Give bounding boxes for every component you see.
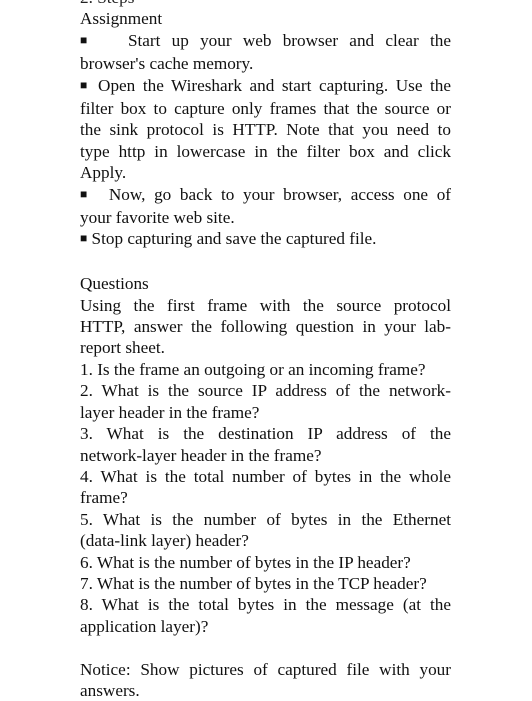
- notice-line-2: answers.: [80, 680, 140, 700]
- questions-intro-line-2: HTTP, answer the following question in y…: [80, 317, 451, 337]
- step-2-line-2: filter box to capture only frames that t…: [80, 99, 451, 119]
- step-3-line-2: your favorite web site.: [80, 208, 235, 228]
- bullet-icon: ■: [80, 77, 91, 92]
- cut-off-heading: 2. Steps: [80, 0, 451, 8]
- step-1-line-1: ■ Start up your web browser and clear th…: [80, 30, 451, 50]
- step-2-line-4: type http in lowercase in the filter box…: [80, 141, 451, 161]
- assignment-heading: Assignment: [80, 9, 163, 29]
- step-4-line-1: ■ Stop capturing and save the captured f…: [80, 229, 377, 249]
- document-page: 2. Steps Assignment ■ Start up your web …: [80, 0, 451, 701]
- notice-line-1: Notice: Show pictures of captured file w…: [80, 659, 451, 679]
- step-2-line-5: Apply.: [80, 163, 127, 183]
- question-6: 6. What is the number of bytes in the IP…: [80, 552, 411, 572]
- step-2-line-3: the sink protocol is HTTP. Note that you…: [80, 120, 451, 140]
- question-3-line-1: 3. What is the destination IP address of…: [80, 424, 451, 444]
- question-1: 1. Is the frame an outgoing or an incomi…: [80, 359, 426, 379]
- questions-intro-line-3: report sheet.: [80, 338, 165, 358]
- question-8-line-2: application layer)?: [80, 616, 209, 636]
- question-4-line-2: frame?: [80, 488, 128, 508]
- question-5-line-2: (data-link layer) header?: [80, 531, 249, 551]
- question-5-line-1: 5. What is the number of bytes in the Et…: [80, 509, 451, 529]
- question-8-line-1: 8. What is the total bytes in the messag…: [80, 595, 451, 615]
- step-1-line-2: browser's cache memory.: [80, 54, 254, 74]
- step-3-line-1: ■ Now, go back to your browser, access o…: [80, 184, 452, 204]
- questions-heading: Questions: [80, 274, 149, 294]
- bullet-icon: ■: [80, 32, 95, 47]
- question-7: 7. What is the number of bytes in the TC…: [80, 573, 427, 593]
- step-2-line-1: ■ Open the Wireshark and start capturing…: [80, 75, 451, 95]
- question-4-line-1: 4. What is the total number of bytes in …: [80, 466, 451, 486]
- question-2-line-1: 2. What is the source IP address of the …: [80, 381, 451, 401]
- bullet-icon: ■: [80, 231, 88, 246]
- bullet-icon: ■: [80, 186, 92, 201]
- questions-intro-line-1: Using the first frame with the source pr…: [80, 295, 451, 315]
- question-3-line-2: network-layer header in the frame?: [80, 445, 322, 465]
- question-2-line-2: layer header in the frame?: [80, 402, 260, 422]
